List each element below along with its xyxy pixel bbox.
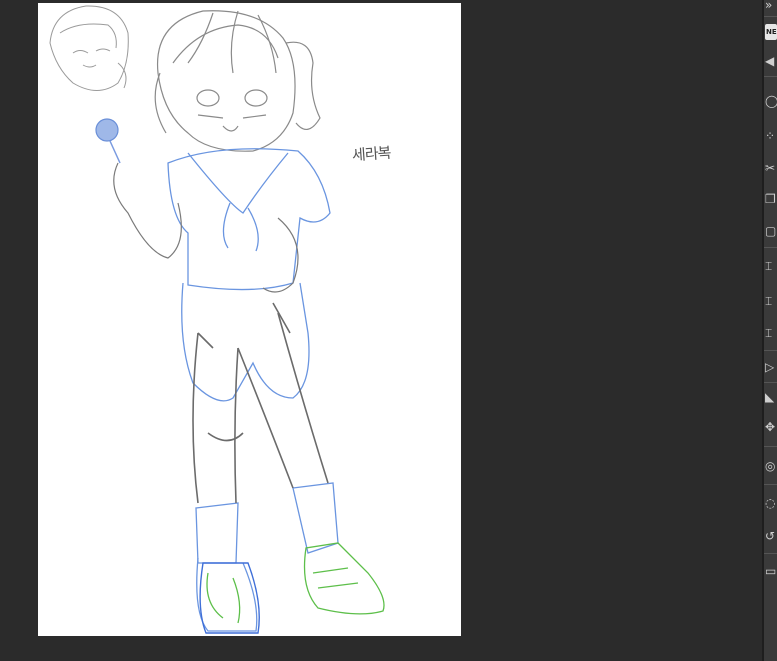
magic-wand-icon[interactable]: ⁘ [764, 125, 777, 147]
settings-icon[interactable]: ▭ [764, 560, 777, 582]
toolbar-separator [764, 446, 777, 447]
new-badge-icon[interactable]: NE [765, 24, 777, 40]
clear-icon[interactable]: ◌ [764, 492, 777, 514]
transform-icon[interactable]: ⌶ [764, 290, 777, 312]
sketch-artwork [49, 5, 385, 634]
toolbar-separator [764, 247, 777, 248]
lasso-icon[interactable]: ◯ [764, 90, 777, 112]
drawing-workspace[interactable]: 세라복 [0, 0, 762, 661]
paste-icon[interactable]: ▢ [764, 220, 777, 242]
cut-icon[interactable]: ✂ [764, 157, 777, 179]
fill-icon[interactable]: ◎ [764, 455, 777, 477]
collapse-icon[interactable]: » [764, 0, 777, 16]
toolbar-separator [764, 382, 777, 383]
right-toolbar: » NE ◀ ◯ ⁘ ✂ ❐ ▢ ⌶ ⌶ ⌶ ▷ ◣ ✥ ◎ ◌ ↺ ▭ [764, 0, 777, 661]
handwritten-note: 세라복 [351, 143, 392, 165]
rotate-icon[interactable]: ↺ [764, 525, 777, 547]
play-icon[interactable]: ▷ [764, 356, 777, 378]
drawing-canvas[interactable]: 세라복 [38, 3, 461, 636]
toolbar-separator [764, 76, 777, 77]
move-icon[interactable]: ✥ [764, 416, 777, 438]
copy-icon[interactable]: ❐ [764, 188, 777, 210]
flip-icon[interactable]: ◣ [764, 386, 777, 408]
undo-arrow-icon[interactable]: ◀ [764, 50, 777, 72]
toolbar-separator [764, 350, 777, 351]
crop-icon[interactable]: ⌶ [764, 255, 777, 277]
toolbar-separator [764, 484, 777, 485]
toolbar-separator [764, 16, 777, 17]
toolbar-separator [764, 553, 777, 554]
scale-icon[interactable]: ⌶ [764, 322, 777, 344]
